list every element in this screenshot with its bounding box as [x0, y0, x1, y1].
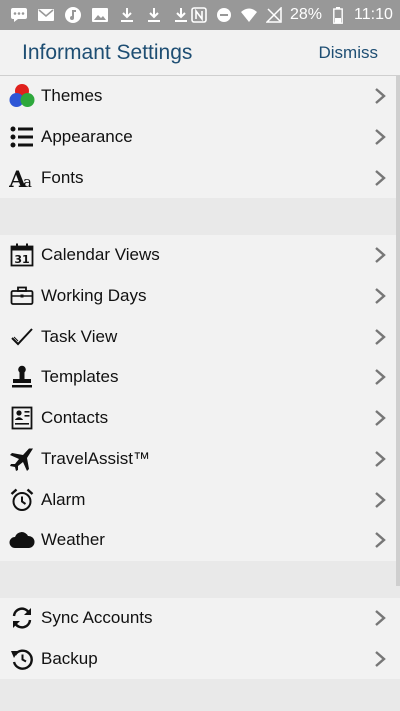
settings-item-task-view[interactable]: Task View [0, 316, 400, 357]
nfc-icon [190, 6, 208, 24]
chevron-right-icon [374, 450, 386, 468]
scrollbar[interactable] [396, 76, 400, 586]
settings-item-travelassist[interactable]: TravelAssist™ [0, 439, 400, 480]
settings-item-label: Weather [41, 530, 105, 550]
settings-item-working-days[interactable]: Working Days [0, 276, 400, 317]
fonts-icon: Aa [9, 165, 35, 191]
contact-card-icon [9, 405, 35, 431]
settings-item-weather[interactable]: Weather [0, 520, 400, 561]
chevron-right-icon [374, 368, 386, 386]
settings-group: Sync Accounts Backup [0, 597, 400, 679]
chevron-right-icon [374, 169, 386, 187]
settings-item-contacts[interactable]: Contacts [0, 398, 400, 439]
svg-text:31: 31 [14, 253, 29, 266]
svg-text:a: a [23, 173, 32, 190]
no-signal-icon [265, 6, 283, 24]
download-icon [145, 6, 163, 24]
status-bar: 28% 11:10 [0, 0, 400, 30]
app-header: Informant Settings Dismiss [0, 30, 400, 76]
battery-percent: 28% [290, 6, 323, 23]
settings-item-label: Templates [41, 367, 119, 387]
settings-item-label: Fonts [41, 167, 84, 187]
settings-group: Themes Appearance Aa Fonts [0, 76, 400, 199]
chat-notification-icon [10, 6, 28, 24]
settings-item-themes[interactable]: Themes [0, 76, 400, 117]
settings-item-appearance[interactable]: Appearance [0, 117, 400, 158]
do-not-disturb-icon [215, 6, 233, 24]
settings-item-label: TravelAssist™ [41, 448, 150, 468]
chevron-right-icon [374, 609, 386, 627]
settings-item-label: Task View [41, 326, 118, 346]
settings-item-calendar-views[interactable]: 31 Calendar Views [0, 235, 400, 276]
settings-item-label: Working Days [41, 286, 147, 306]
dismiss-button[interactable]: Dismiss [319, 43, 400, 63]
themes-icon [9, 83, 35, 109]
group-spacer [0, 560, 400, 598]
chevron-right-icon [374, 328, 386, 346]
settings-item-label: Backup [41, 648, 98, 668]
stamp-icon [9, 364, 35, 390]
chevron-right-icon [374, 128, 386, 146]
download-icon [172, 6, 190, 24]
list-icon [9, 124, 35, 150]
chevron-right-icon [374, 491, 386, 509]
music-notification-icon [64, 6, 82, 24]
chevron-right-icon [374, 87, 386, 105]
clock: 11:10 [354, 6, 393, 23]
settings-item-fonts[interactable]: Aa Fonts [0, 157, 400, 198]
battery-icon [329, 6, 347, 24]
chevron-right-icon [374, 287, 386, 305]
calendar-icon: 31 [9, 242, 35, 268]
settings-item-templates[interactable]: Templates [0, 357, 400, 398]
briefcase-icon [9, 283, 35, 309]
download-icon [118, 6, 136, 24]
settings-item-label: Alarm [41, 489, 86, 509]
group-spacer [0, 198, 400, 236]
cloud-icon [9, 527, 35, 553]
email-notification-icon [37, 6, 55, 24]
settings-item-label: Themes [41, 86, 103, 106]
page-title: Informant Settings [22, 40, 193, 64]
alarm-clock-icon [9, 487, 35, 513]
settings-item-alarm[interactable]: Alarm [0, 479, 400, 520]
settings-item-label: Appearance [41, 127, 133, 147]
wifi-icon [240, 6, 258, 24]
settings-item-label: Calendar Views [41, 245, 160, 265]
settings-item-sync-accounts[interactable]: Sync Accounts [0, 598, 400, 639]
settings-list: Themes Appearance Aa Fonts 31 Calendar V… [0, 76, 400, 679]
chevron-right-icon [374, 531, 386, 549]
settings-group: 31 Calendar Views Working Days Task View… [0, 235, 400, 561]
image-notification-icon [91, 6, 109, 24]
chevron-right-icon [374, 650, 386, 668]
chevron-right-icon [374, 246, 386, 264]
settings-item-label: Sync Accounts [41, 607, 153, 627]
settings-item-backup[interactable]: Backup [0, 638, 400, 679]
settings-item-label: Contacts [41, 408, 109, 428]
backup-icon [9, 646, 35, 672]
chevron-right-icon [374, 409, 386, 427]
sync-icon [9, 605, 35, 631]
airplane-icon [9, 446, 35, 472]
checkmark-icon [9, 324, 35, 350]
